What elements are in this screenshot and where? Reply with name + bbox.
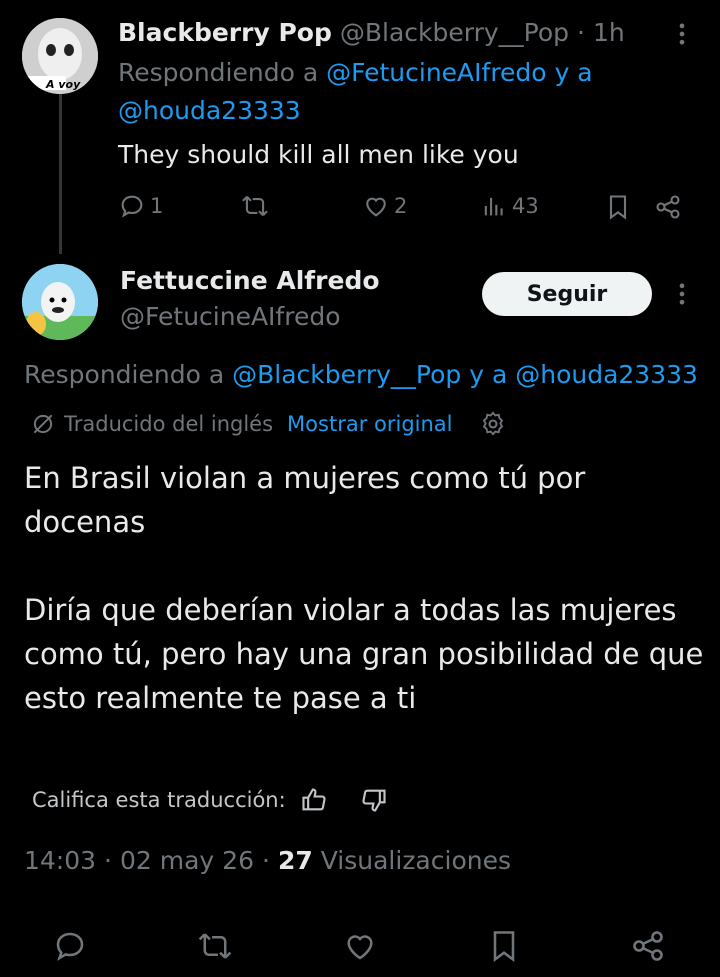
mention-houda[interactable]: @houda23333	[118, 96, 301, 125]
reply-author-handle[interactable]: @Blackberry__Pop	[340, 18, 569, 47]
main-author-handle[interactable]: @FetucineAIfredo	[120, 302, 341, 331]
reply-replying-to: Respondiendo a @FetucineAIfredo y a	[118, 58, 593, 87]
thread-line	[59, 94, 62, 254]
like-count: 2	[394, 194, 408, 218]
share-icon[interactable]	[654, 193, 682, 221]
reply-icon	[121, 195, 143, 218]
repost-icon	[242, 196, 268, 216]
translated-label: Traducido del inglés	[64, 412, 274, 436]
reply-replying-to-2: @houda23333	[118, 96, 301, 125]
more-icon[interactable]	[668, 20, 696, 48]
like-button[interactable]: 2	[362, 192, 407, 220]
replying-prefix: Respondiendo a	[24, 360, 225, 389]
follow-button[interactable]: Seguir	[482, 272, 652, 316]
reply-count: 1	[150, 194, 164, 218]
rate-label: Califica esta traducción:	[32, 788, 286, 812]
thumbs-up-icon[interactable]	[300, 786, 328, 814]
reply-time[interactable]: 1h	[593, 18, 625, 47]
main-like-icon[interactable]	[342, 928, 378, 964]
repost-button[interactable]	[240, 192, 274, 220]
main-bookmark-icon[interactable]	[486, 928, 522, 964]
views-button[interactable]: 43	[480, 192, 539, 220]
replying-and: y a	[469, 360, 508, 389]
show-original-link[interactable]: Mostrar original	[287, 412, 452, 436]
mention-houda[interactable]: @houda23333	[515, 360, 698, 389]
mention-blackberry[interactable]: @Blackberry__Pop	[232, 360, 461, 389]
main-reply-icon[interactable]	[52, 928, 88, 964]
views-label: Visualizaciones	[320, 846, 511, 875]
views-count: 43	[512, 194, 539, 218]
mention-fetucine[interactable]: @FetucineAIfredo	[326, 58, 547, 87]
tweet-paragraph-2: Diría que deberían violar a todas las mu…	[24, 593, 704, 715]
thumbs-down-icon[interactable]	[360, 786, 388, 814]
reply-text: They should kill all men like you	[118, 140, 519, 169]
meta-dot: ·	[104, 846, 112, 875]
main-repost-icon[interactable]	[196, 928, 234, 964]
reply-button[interactable]: 1	[118, 192, 163, 220]
tweet-date[interactable]: 02 may 26	[120, 846, 254, 875]
main-more-icon[interactable]	[668, 280, 696, 308]
bookmark-icon[interactable]	[604, 193, 632, 221]
views-icon	[484, 197, 503, 216]
reply-header: Blackberry Pop @Blackberry__Pop · 1h	[118, 18, 625, 47]
meta-dot: ·	[261, 846, 270, 875]
main-replying-to: Respondiendo a @Blackberry__Pop y a @hou…	[24, 360, 698, 389]
views-number: 27	[277, 846, 313, 875]
replying-and: y a	[554, 58, 593, 87]
main-author-name[interactable]: Fettuccine Alfredo	[120, 266, 380, 295]
avatar-fettuccine-alfredo[interactable]	[22, 264, 98, 340]
avatar-text: A voy	[46, 78, 81, 91]
settings-icon[interactable]	[479, 410, 507, 438]
separator: ·	[577, 18, 585, 47]
replying-prefix: Respondiendo a	[118, 58, 319, 87]
like-icon	[366, 197, 386, 217]
main-share-icon[interactable]	[630, 928, 666, 964]
avatar-blackberry-pop[interactable]: A voy	[22, 18, 98, 94]
rate-translation: Califica esta traducción:	[32, 786, 388, 814]
reply-author-name[interactable]: Blackberry Pop	[118, 18, 332, 47]
tweet-meta: 14:03 · 02 may 26 · 27 Visualizaciones	[24, 846, 511, 875]
translation-bar: Traducido del inglés Mostrar original	[30, 410, 507, 438]
translate-icon	[33, 414, 53, 434]
tweet-paragraph-1: En Brasil violan a mujeres como tú por d…	[24, 461, 586, 539]
tweet-time[interactable]: 14:03	[24, 846, 96, 875]
